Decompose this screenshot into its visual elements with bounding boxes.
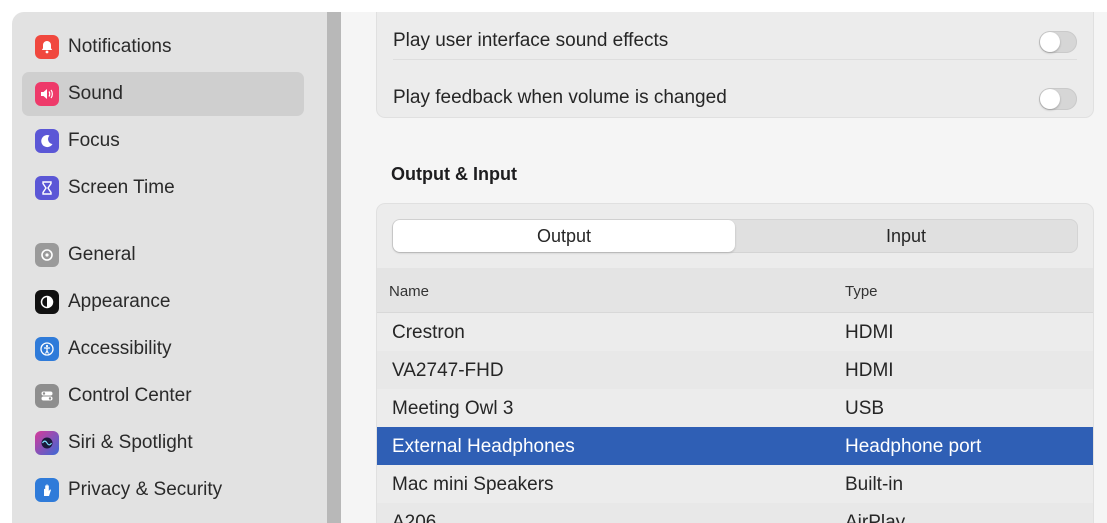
sidebar-item-privacy-security[interactable]: Privacy & Security — [22, 468, 304, 512]
ui-sound-effects-label: Play user interface sound effects — [393, 30, 669, 51]
device-name: VA2747-FHD — [392, 360, 504, 381]
sidebar-item-label: Siri & Spotlight — [68, 432, 193, 453]
device-type: USB — [845, 398, 885, 419]
hourglass-icon — [35, 176, 59, 200]
siri-icon — [35, 431, 59, 455]
sidebar-item-label: Sound — [68, 83, 123, 104]
device-row[interactable]: VA2747-FHD HDMI — [377, 351, 1093, 389]
sidebar-item-label: Focus — [68, 130, 120, 151]
section-title: Output & Input — [391, 164, 517, 184]
device-name: Crestron — [392, 322, 465, 343]
device-type: Built-in — [845, 474, 904, 495]
device-row[interactable]: Crestron HDMI — [377, 313, 1093, 351]
output-input-segmented-control: Output Input — [392, 219, 1078, 253]
bell-icon — [35, 35, 59, 59]
column-header-name[interactable]: Name — [389, 283, 429, 300]
sidebar-item-sound[interactable]: Sound — [22, 72, 304, 116]
gear-icon — [35, 243, 59, 267]
column-header-type[interactable]: Type — [845, 283, 878, 300]
sidebar-item-accessibility[interactable]: Accessibility — [22, 327, 304, 371]
ui-sound-effects-toggle[interactable] — [1039, 31, 1077, 53]
output-input-card: Output Input Name Type Crestron HDMI VA2… — [376, 203, 1094, 523]
device-name: A206 — [392, 512, 437, 523]
moon-icon — [35, 129, 59, 153]
volume-feedback-label: Play feedback when volume is changed — [393, 87, 727, 108]
device-type: HDMI — [845, 360, 894, 381]
device-type: HDMI — [845, 322, 894, 343]
control-center-icon — [35, 384, 59, 408]
sidebar-item-label: Notifications — [68, 36, 172, 57]
appearance-icon — [35, 290, 59, 314]
device-row[interactable]: Mac mini Speakers Built-in — [377, 465, 1093, 503]
device-row[interactable]: A206 AirPlay — [377, 503, 1093, 523]
toggle-knob — [1040, 32, 1060, 52]
sidebar-item-focus[interactable]: Focus — [22, 119, 304, 163]
sidebar-item-appearance[interactable]: Appearance — [22, 280, 304, 324]
sidebar-resize-divider[interactable] — [327, 12, 341, 523]
speaker-icon — [35, 82, 59, 106]
system-settings-window: Notifications Sound Focus Screen Time Ge… — [12, 12, 1107, 523]
device-type: AirPlay — [845, 512, 906, 523]
device-table-header: Name Type — [377, 268, 1093, 313]
sidebar-item-general[interactable]: General — [22, 233, 304, 277]
sidebar-item-label: Accessibility — [68, 338, 172, 359]
accessibility-icon — [35, 337, 59, 361]
device-name: External Headphones — [392, 436, 575, 457]
device-name: Meeting Owl 3 — [392, 398, 514, 419]
device-name: Mac mini Speakers — [392, 474, 554, 495]
tab-output[interactable]: Output — [393, 220, 735, 252]
sidebar-item-notifications[interactable]: Notifications — [22, 25, 304, 69]
device-row-selected[interactable]: External Headphones Headphone port — [377, 427, 1093, 465]
hand-icon — [35, 478, 59, 502]
sidebar-item-screen-time[interactable]: Screen Time — [22, 166, 304, 210]
device-row[interactable]: Meeting Owl 3 USB — [377, 389, 1093, 427]
toggle-knob — [1040, 89, 1060, 109]
volume-feedback-toggle[interactable] — [1039, 88, 1077, 110]
sidebar-item-label: Appearance — [68, 291, 171, 312]
row-divider — [393, 59, 1077, 60]
main-content: Play user interface sound effects Play f… — [341, 12, 1107, 523]
sidebar-item-control-center[interactable]: Control Center — [22, 374, 304, 418]
sidebar-item-label: Screen Time — [68, 177, 175, 198]
device-type: Headphone port — [845, 436, 982, 457]
sidebar-item-label: General — [68, 244, 136, 265]
sidebar: Notifications Sound Focus Screen Time Ge… — [12, 12, 327, 523]
tab-input[interactable]: Input — [735, 220, 1077, 252]
sound-effects-card: Play user interface sound effects Play f… — [376, 12, 1094, 118]
sidebar-item-label: Control Center — [68, 385, 192, 406]
sidebar-item-label: Privacy & Security — [68, 479, 223, 500]
sidebar-item-siri-spotlight[interactable]: Siri & Spotlight — [22, 421, 304, 465]
